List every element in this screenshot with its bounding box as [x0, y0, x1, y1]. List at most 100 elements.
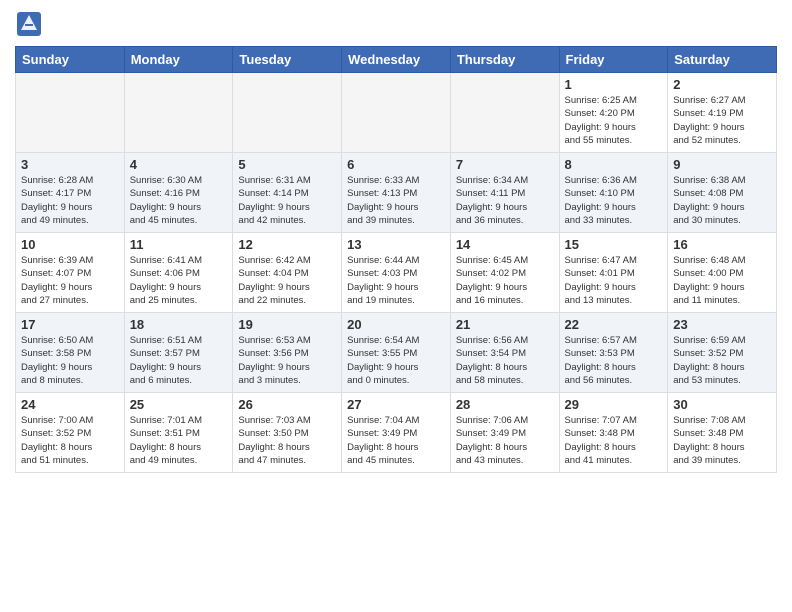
calendar-cell: [233, 73, 342, 153]
day-number: 13: [347, 237, 445, 252]
day-info: Sunrise: 6:57 AM Sunset: 3:53 PM Dayligh…: [565, 334, 663, 387]
day-number: 12: [238, 237, 336, 252]
day-number: 19: [238, 317, 336, 332]
calendar-cell: 16 Sunrise: 6:48 AM Sunset: 4:00 PM Dayli…: [668, 233, 777, 313]
calendar-cell: 10 Sunrise: 6:39 AM Sunset: 4:07 PM Dayli…: [16, 233, 125, 313]
day-number: 20: [347, 317, 445, 332]
day-info: Sunrise: 6:45 AM Sunset: 4:02 PM Dayligh…: [456, 254, 554, 307]
day-info: Sunrise: 6:31 AM Sunset: 4:14 PM Dayligh…: [238, 174, 336, 227]
calendar-week-row: 17Sunrise: 6:50 AM Sunset: 3:58 PM Dayli…: [16, 313, 777, 393]
day-number: 6: [347, 157, 445, 172]
calendar-cell: 19 Sunrise: 6:53 AM Sunset: 3:56 PM Dayli…: [233, 313, 342, 393]
calendar-cell: 28 Sunrise: 7:06 AM Sunset: 3:49 PM Dayli…: [450, 393, 559, 473]
day-info: Sunrise: 6:27 AM Sunset: 4:19 PM Dayligh…: [673, 94, 771, 147]
day-number: 21: [456, 317, 554, 332]
day-number: 7: [456, 157, 554, 172]
day-info: Sunrise: 6:59 AM Sunset: 3:52 PM Dayligh…: [673, 334, 771, 387]
calendar-cell: 1 Sunrise: 6:25 AM Sunset: 4:20 PM Daylig…: [559, 73, 668, 153]
calendar-table: SundayMondayTuesdayWednesdayThursdayFrid…: [15, 46, 777, 473]
calendar-cell: 8 Sunrise: 6:36 AM Sunset: 4:10 PM Daylig…: [559, 153, 668, 233]
calendar-header-thursday: Thursday: [450, 47, 559, 73]
day-number: 24: [21, 397, 119, 412]
calendar-cell: [16, 73, 125, 153]
day-number: 29: [565, 397, 663, 412]
day-info: Sunrise: 6:54 AM Sunset: 3:55 PM Dayligh…: [347, 334, 445, 387]
calendar-week-row: 1 Sunrise: 6:25 AM Sunset: 4:20 PM Daylig…: [16, 73, 777, 153]
day-info: Sunrise: 6:50 AM Sunset: 3:58 PM Dayligh…: [21, 334, 119, 387]
day-info: Sunrise: 6:44 AM Sunset: 4:03 PM Dayligh…: [347, 254, 445, 307]
day-info: Sunrise: 6:39 AM Sunset: 4:07 PM Dayligh…: [21, 254, 119, 307]
day-number: 25: [130, 397, 228, 412]
day-info: Sunrise: 7:04 AM Sunset: 3:49 PM Dayligh…: [347, 414, 445, 467]
day-number: 28: [456, 397, 554, 412]
calendar-cell: 12 Sunrise: 6:42 AM Sunset: 4:04 PM Dayli…: [233, 233, 342, 313]
logo-icon: [15, 10, 43, 38]
calendar-cell: 15 Sunrise: 6:47 AM Sunset: 4:01 PM Dayli…: [559, 233, 668, 313]
day-info: Sunrise: 6:30 AM Sunset: 4:16 PM Dayligh…: [130, 174, 228, 227]
calendar-header-saturday: Saturday: [668, 47, 777, 73]
day-number: 5: [238, 157, 336, 172]
calendar-cell: 14Sunrise: 6:45 AM Sunset: 4:02 PM Dayli…: [450, 233, 559, 313]
day-info: Sunrise: 6:53 AM Sunset: 3:56 PM Dayligh…: [238, 334, 336, 387]
day-info: Sunrise: 6:38 AM Sunset: 4:08 PM Dayligh…: [673, 174, 771, 227]
day-info: Sunrise: 6:42 AM Sunset: 4:04 PM Dayligh…: [238, 254, 336, 307]
calendar-week-row: 24 Sunrise: 7:00 AM Sunset: 3:52 PM Dayli…: [16, 393, 777, 473]
calendar-cell: 21 Sunrise: 6:56 AM Sunset: 3:54 PM Dayli…: [450, 313, 559, 393]
calendar-cell: 13 Sunrise: 6:44 AM Sunset: 4:03 PM Dayli…: [342, 233, 451, 313]
calendar-cell: 3 Sunrise: 6:28 AM Sunset: 4:17 PM Daylig…: [16, 153, 125, 233]
calendar-cell: 23Sunrise: 6:59 AM Sunset: 3:52 PM Dayli…: [668, 313, 777, 393]
day-info: Sunrise: 6:56 AM Sunset: 3:54 PM Dayligh…: [456, 334, 554, 387]
calendar-header-friday: Friday: [559, 47, 668, 73]
calendar-week-row: 10 Sunrise: 6:39 AM Sunset: 4:07 PM Dayli…: [16, 233, 777, 313]
day-info: Sunrise: 6:48 AM Sunset: 4:00 PM Dayligh…: [673, 254, 771, 307]
calendar-cell: 29 Sunrise: 7:07 AM Sunset: 3:48 PM Dayli…: [559, 393, 668, 473]
calendar-cell: [124, 73, 233, 153]
calendar-cell: 26 Sunrise: 7:03 AM Sunset: 3:50 PM Dayli…: [233, 393, 342, 473]
day-number: 2: [673, 77, 771, 92]
page: SundayMondayTuesdayWednesdayThursdayFrid…: [0, 0, 792, 612]
day-number: 4: [130, 157, 228, 172]
day-number: 15: [565, 237, 663, 252]
day-number: 18: [130, 317, 228, 332]
day-info: Sunrise: 6:51 AM Sunset: 3:57 PM Dayligh…: [130, 334, 228, 387]
calendar-cell: 2 Sunrise: 6:27 AM Sunset: 4:19 PM Daylig…: [668, 73, 777, 153]
calendar-cell: 24 Sunrise: 7:00 AM Sunset: 3:52 PM Dayli…: [16, 393, 125, 473]
header: [15, 10, 777, 38]
day-number: 30: [673, 397, 771, 412]
day-number: 10: [21, 237, 119, 252]
calendar-cell: 9 Sunrise: 6:38 AM Sunset: 4:08 PM Daylig…: [668, 153, 777, 233]
calendar-cell: 11Sunrise: 6:41 AM Sunset: 4:06 PM Dayli…: [124, 233, 233, 313]
calendar-cell: 20 Sunrise: 6:54 AM Sunset: 3:55 PM Dayli…: [342, 313, 451, 393]
day-info: Sunrise: 6:33 AM Sunset: 4:13 PM Dayligh…: [347, 174, 445, 227]
day-info: Sunrise: 6:47 AM Sunset: 4:01 PM Dayligh…: [565, 254, 663, 307]
calendar-cell: 25 Sunrise: 7:01 AM Sunset: 3:51 PM Dayli…: [124, 393, 233, 473]
day-info: Sunrise: 6:34 AM Sunset: 4:11 PM Dayligh…: [456, 174, 554, 227]
calendar-cell: 5 Sunrise: 6:31 AM Sunset: 4:14 PM Daylig…: [233, 153, 342, 233]
day-info: Sunrise: 7:06 AM Sunset: 3:49 PM Dayligh…: [456, 414, 554, 467]
day-info: Sunrise: 7:03 AM Sunset: 3:50 PM Dayligh…: [238, 414, 336, 467]
day-info: Sunrise: 7:00 AM Sunset: 3:52 PM Dayligh…: [21, 414, 119, 467]
day-number: 22: [565, 317, 663, 332]
logo: [15, 10, 47, 38]
day-number: 16: [673, 237, 771, 252]
day-info: Sunrise: 7:07 AM Sunset: 3:48 PM Dayligh…: [565, 414, 663, 467]
calendar-header-wednesday: Wednesday: [342, 47, 451, 73]
calendar-cell: 4 Sunrise: 6:30 AM Sunset: 4:16 PM Daylig…: [124, 153, 233, 233]
calendar-cell: 7 Sunrise: 6:34 AM Sunset: 4:11 PM Daylig…: [450, 153, 559, 233]
day-number: 1: [565, 77, 663, 92]
day-info: Sunrise: 7:01 AM Sunset: 3:51 PM Dayligh…: [130, 414, 228, 467]
calendar-cell: 6 Sunrise: 6:33 AM Sunset: 4:13 PM Daylig…: [342, 153, 451, 233]
calendar-header-monday: Monday: [124, 47, 233, 73]
day-number: 9: [673, 157, 771, 172]
calendar-cell: 18 Sunrise: 6:51 AM Sunset: 3:57 PM Dayli…: [124, 313, 233, 393]
calendar-cell: 27Sunrise: 7:04 AM Sunset: 3:49 PM Dayli…: [342, 393, 451, 473]
day-number: 26: [238, 397, 336, 412]
calendar-cell: [450, 73, 559, 153]
calendar-cell: 17Sunrise: 6:50 AM Sunset: 3:58 PM Dayli…: [16, 313, 125, 393]
day-info: Sunrise: 6:25 AM Sunset: 4:20 PM Dayligh…: [565, 94, 663, 147]
day-number: 8: [565, 157, 663, 172]
day-number: 3: [21, 157, 119, 172]
calendar-header-sunday: Sunday: [16, 47, 125, 73]
day-info: Sunrise: 6:36 AM Sunset: 4:10 PM Dayligh…: [565, 174, 663, 227]
day-info: Sunrise: 6:28 AM Sunset: 4:17 PM Dayligh…: [21, 174, 119, 227]
